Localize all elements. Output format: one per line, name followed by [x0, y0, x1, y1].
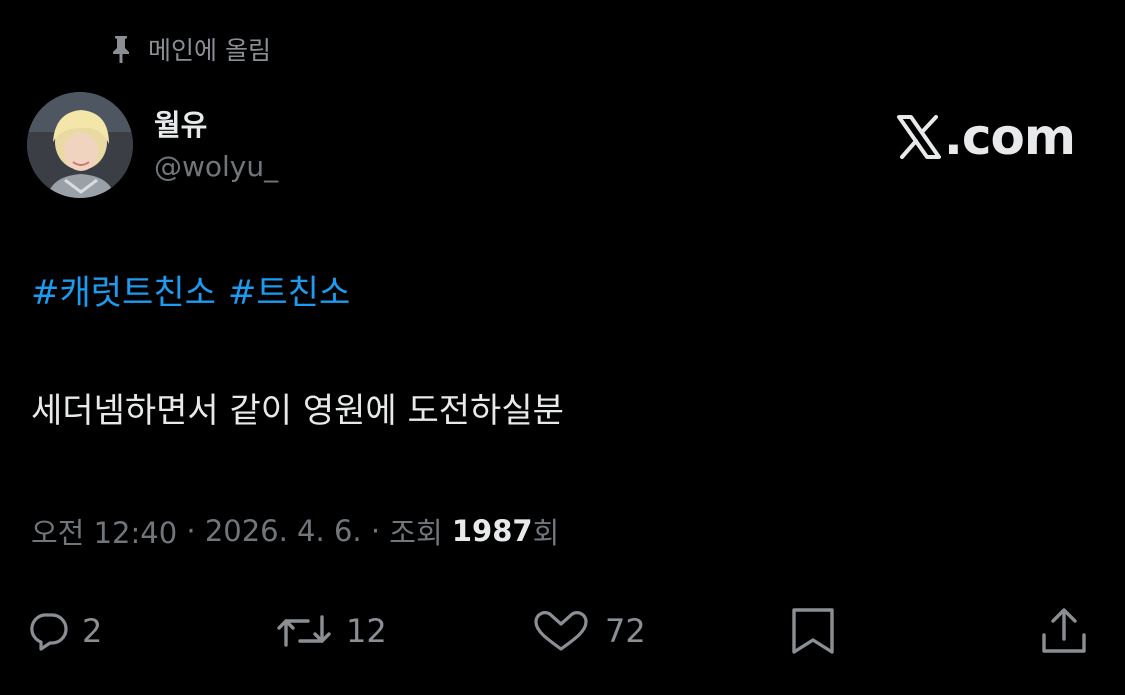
views-count[interactable]: 1987 — [452, 514, 533, 548]
bookmark-icon — [790, 607, 836, 655]
share-icon — [1040, 607, 1088, 655]
post-screenshot: 메인에 올림 월유 @wolyu_ .com #캐럿트친소 #트친소 세더넴하면… — [0, 0, 1125, 695]
meta-separator: · — [361, 514, 390, 548]
brand-domain-text: .com — [943, 108, 1076, 166]
hashtag-link[interactable]: #트친소 — [228, 265, 350, 314]
action-bar: 2 12 72 — [0, 596, 1125, 666]
post-text: 세더넴하면서 같이 영원에 도전하실분 — [31, 391, 564, 431]
x-logo-icon — [896, 115, 944, 159]
reply-icon — [28, 611, 68, 651]
post-time[interactable]: 오전 12:40 — [31, 510, 177, 552]
repost-icon — [276, 611, 332, 651]
repost-count: 12 — [346, 612, 387, 650]
share-button[interactable] — [1040, 596, 1088, 666]
bookmark-button[interactable] — [790, 596, 836, 666]
user-display-name[interactable]: 월유 — [154, 102, 207, 144]
repost-button[interactable]: 12 — [276, 596, 387, 666]
heart-icon — [531, 609, 591, 653]
pin-icon — [108, 34, 134, 64]
hashtag-link[interactable]: #캐럿트친소 — [31, 265, 216, 314]
post-meta: 오전 12:40 · 2026. 4. 6. · 조회 1987 회 — [31, 510, 559, 552]
like-button[interactable]: 72 — [531, 596, 646, 666]
brand-watermark: .com — [896, 108, 1076, 166]
reply-count: 2 — [82, 612, 103, 650]
pinned-label: 메인에 올림 — [148, 36, 271, 65]
post-hashtags: #캐럿트친소 #트친소 — [31, 265, 350, 314]
like-count: 72 — [605, 612, 646, 650]
avatar[interactable] — [27, 92, 133, 198]
pinned-indicator: 메인에 올림 — [108, 30, 271, 68]
views-suffix: 회 — [532, 516, 560, 550]
user-handle[interactable]: @wolyu_ — [154, 150, 278, 183]
views-prefix: 조회 — [389, 516, 452, 550]
post-date[interactable]: 2026. 4. 6. — [205, 514, 362, 548]
reply-button[interactable]: 2 — [28, 596, 102, 666]
meta-separator: · — [177, 514, 205, 548]
